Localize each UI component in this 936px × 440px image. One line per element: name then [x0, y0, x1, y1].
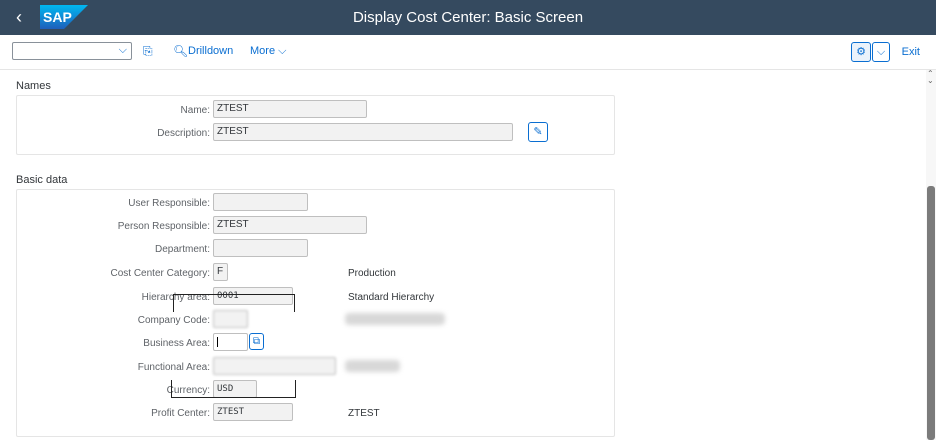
more-label: More	[250, 45, 276, 57]
company-code-text	[345, 313, 445, 325]
person-responsible-field[interactable]: ZTEST	[213, 216, 367, 234]
description-field[interactable]: ZTEST	[213, 123, 513, 141]
shell-bar: ‹ SAP Display Cost Center: Basic Screen	[0, 0, 936, 35]
business-area-value-help-button[interactable]: ⧉	[249, 333, 264, 350]
toolbar: ⌵ ⎘ 🔍︎ Drilldown More ⌵ ⚙ ⌵ Exit	[0, 35, 936, 70]
drilldown-icon: 🔍︎	[173, 44, 189, 58]
chevron-down-icon: ⌵	[876, 46, 886, 58]
scrollbar-thumb[interactable]	[927, 186, 935, 440]
chevron-down-icon: ⌵	[118, 44, 127, 56]
exit-button[interactable]: Exit	[902, 46, 920, 58]
name-field[interactable]: ZTEST	[213, 100, 367, 118]
profit-center-label: Profit Center:	[151, 408, 210, 419]
annotation-mark	[171, 380, 296, 398]
scroll-arrows-icon[interactable]: ⌃ ⌄	[927, 70, 934, 85]
description-label: Description:	[157, 128, 210, 139]
settings-dropdown-button[interactable]: ⌵	[872, 42, 890, 62]
company-code-label: Company Code:	[137, 315, 210, 326]
page-title: Display Cost Center: Basic Screen	[352, 9, 584, 26]
edit-description-button[interactable]: ✎	[528, 122, 548, 142]
value-help-icon: ⧉	[252, 336, 261, 347]
business-area-label: Business Area:	[143, 338, 210, 349]
person-responsible-label: Person Responsible:	[117, 221, 210, 232]
department-label: Department:	[154, 244, 210, 255]
business-area-field[interactable]	[213, 333, 248, 351]
settings-icon: ⚙	[856, 46, 866, 58]
text-cursor	[217, 337, 218, 347]
chevron-down-icon: ⌵	[278, 45, 287, 57]
profit-center-field[interactable]: ZTEST	[213, 403, 293, 421]
drilldown-button[interactable]: Drilldown	[188, 45, 233, 57]
basic-data-section-title: Basic data	[16, 174, 68, 186]
cost-center-category-label: Cost Center Category:	[110, 268, 211, 279]
scrollbar[interactable]: ⌃ ⌄	[926, 70, 936, 440]
more-button[interactable]: More ⌵	[250, 45, 286, 58]
settings-button[interactable]: ⚙	[851, 42, 871, 62]
annotation-mark	[173, 294, 295, 312]
user-responsible-field[interactable]	[213, 193, 308, 211]
profit-center-text: ZTEST	[348, 408, 380, 419]
functional-area-label: Functional Area:	[137, 362, 210, 373]
company-code-field[interactable]	[213, 310, 248, 328]
department-field[interactable]	[213, 239, 308, 257]
functional-area-text	[345, 360, 400, 372]
user-responsible-label: User Responsible:	[128, 198, 210, 209]
cost-center-category-text: Production	[348, 268, 396, 279]
pencil-icon: ✎	[533, 126, 543, 138]
name-label: Name:	[180, 105, 210, 116]
save-as-icon[interactable]: ⎘	[143, 44, 153, 59]
hierarchy-area-text: Standard Hierarchy	[348, 292, 435, 303]
names-section-title: Names	[16, 80, 51, 92]
command-field[interactable]: ⌵	[12, 42, 132, 60]
functional-area-field[interactable]	[213, 357, 336, 375]
cost-center-category-field[interactable]: F	[213, 263, 228, 281]
